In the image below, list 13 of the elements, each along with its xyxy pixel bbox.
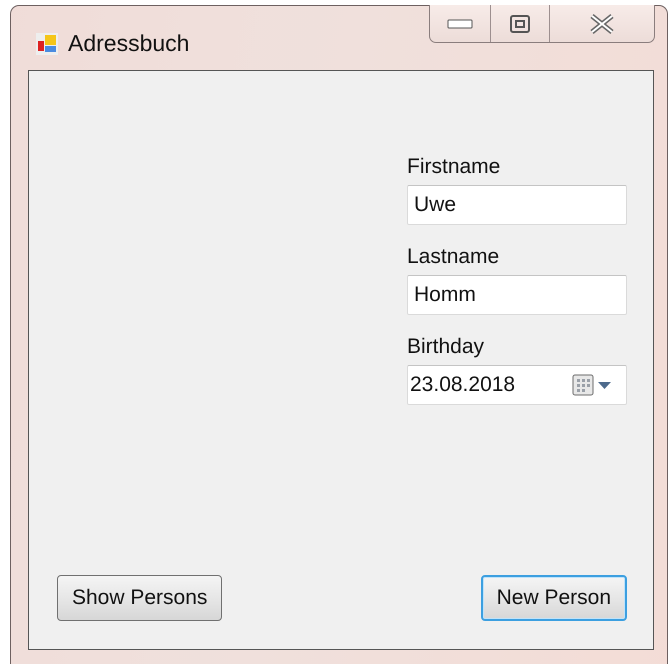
close-icon — [589, 12, 615, 34]
maximize-icon — [510, 14, 530, 32]
app-icon — [36, 33, 58, 55]
date-picker[interactable]: 23.08.2018 — [407, 365, 627, 405]
text-field[interactable]: Uwe — [407, 185, 627, 225]
field-label: Lastname — [407, 245, 500, 269]
field-label: Firstname — [407, 155, 502, 179]
window-title: Adressbuch — [68, 30, 190, 57]
minimize-icon — [447, 18, 473, 28]
field-label: Birthday — [407, 335, 486, 359]
text-field[interactable]: Homm — [407, 275, 627, 315]
show-persons-button[interactable]: Show Persons — [57, 575, 222, 621]
new-person-button[interactable]: New Person — [480, 575, 627, 621]
